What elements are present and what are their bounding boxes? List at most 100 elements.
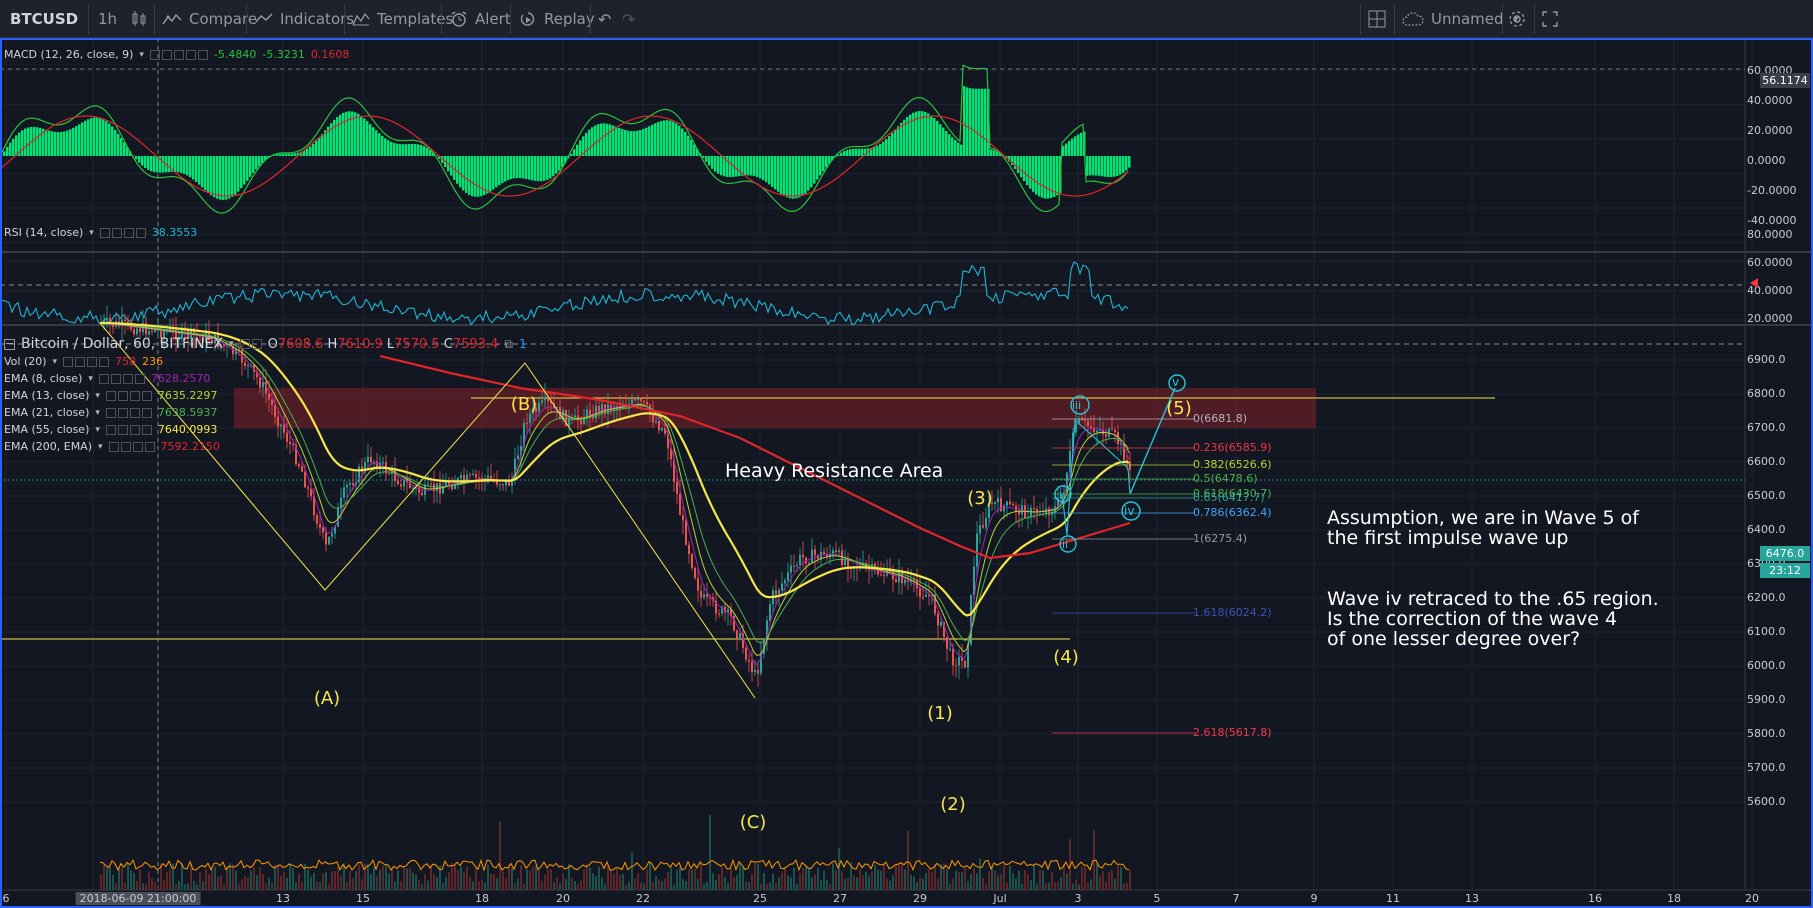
indicator-legend-row[interactable]: EMA (55, close) ▾ 7640.0993 <box>4 423 217 436</box>
macd-axis-tick: 0.0000 <box>1747 154 1786 167</box>
close-label: C <box>443 336 453 352</box>
time-axis-tick: 7 <box>1232 892 1240 905</box>
time-axis-tick: 29 <box>913 892 927 905</box>
last-price-tag: 6476.0 <box>1760 546 1810 561</box>
layout-name-label: Unnamed <box>1431 10 1504 28</box>
legend-controls[interactable] <box>98 373 145 384</box>
macd-title: MACD (12, 26, close, 9) <box>4 48 134 61</box>
templates-icon <box>352 12 370 26</box>
legend-controls[interactable] <box>63 356 110 367</box>
wave-4-label: (4) <box>1053 647 1079 668</box>
macd-axis-tick: 20.0000 <box>1747 124 1793 137</box>
indicators-icon <box>255 13 273 23</box>
rsi-value: 38.3553 <box>151 226 198 239</box>
wave-2-label: (2) <box>940 794 966 815</box>
interval-label: 1h <box>98 10 118 28</box>
indicators-button[interactable]: Indicators <box>255 0 354 38</box>
fib-level-label: 0.5(6478.6) <box>1193 472 1258 485</box>
ohlc-values: O7608.6 H7610.9 L7570.5 C7593.4 <box>268 337 499 352</box>
indicator-legend-row[interactable]: EMA (8, close) ▾ 7628.2570 <box>4 372 210 385</box>
alert-count-icon[interactable]: ⧉ <box>504 337 513 352</box>
legend-controls[interactable] <box>149 49 208 60</box>
indicator-name: EMA (8, close) <box>4 372 83 385</box>
time-axis-tick: 13 <box>276 892 290 905</box>
replay-label: Replay <box>544 10 595 28</box>
symbol-search-button[interactable]: BTCUSD <box>10 0 78 38</box>
compare-button[interactable]: Compare <box>162 0 257 38</box>
toolbar-divider <box>88 4 89 34</box>
toolbar-divider <box>1394 4 1395 34</box>
legend-controls[interactable] <box>108 441 155 452</box>
indicator-legend-row[interactable]: EMA (13, close) ▾ 7635.2297 <box>4 389 217 402</box>
wave-5-label: (5) <box>1166 398 1192 419</box>
close-value: 7593.4 <box>452 336 499 352</box>
rsi-legend[interactable]: RSI (14, close) ▾ 38.3553 <box>4 226 197 239</box>
rsi-line <box>0 261 1129 326</box>
indicators-label: Indicators <box>280 10 355 28</box>
legend-controls[interactable] <box>105 407 152 418</box>
rsi-axis-tick: 20.0000 <box>1747 312 1793 325</box>
indicator-legend-row[interactable]: EMA (21, close) ▾ 7638.5937 <box>4 406 217 419</box>
indicator-value-2: 236 <box>142 355 164 368</box>
annotation-assumption: Assumption, we are in Wave 5 of the firs… <box>1327 508 1639 548</box>
macd-hist-value: 0.1608 <box>310 48 350 61</box>
chevron-down-icon: ▾ <box>229 339 234 349</box>
indicator-legend-row[interactable]: Vol (20) ▾ 758 236 <box>4 355 163 368</box>
time-axis-tick: 9 <box>1310 892 1318 905</box>
macd-legend[interactable]: MACD (12, 26, close, 9) ▾ -5.4840 -5.323… <box>4 48 349 61</box>
time-axis-tick: 18 <box>1667 892 1681 905</box>
annotation-line: Wave iv retraced to the .65 region. <box>1327 588 1659 610</box>
fullscreen-button[interactable] <box>1542 0 1565 38</box>
undo-icon: ↶ <box>598 9 612 29</box>
redo-icon: ↷ <box>622 9 636 29</box>
main-title: Bitcoin / Dollar, 60, BITFINEX <box>21 336 224 352</box>
price-axis-tick: 6200.0 <box>1747 591 1786 604</box>
interval-button[interactable]: 1h <box>98 0 117 38</box>
macd-value: -5.4840 <box>213 48 257 61</box>
rsi-axis-tick: 60.0000 <box>1747 256 1793 269</box>
main-series-legend[interactable]: − Bitcoin / Dollar, 60, BITFINEX ▾ O7608… <box>4 336 527 352</box>
fib-level-label: 0(6681.8) <box>1193 412 1248 425</box>
fullscreen-icon <box>1542 11 1558 27</box>
subwave-iv-label: iv <box>1124 504 1135 518</box>
time-axis-tick: Jul <box>993 892 1007 905</box>
layout-grid-button[interactable] <box>1368 0 1393 38</box>
indicator-value: 758 <box>115 355 137 368</box>
wave-a-label: (A) <box>313 688 341 709</box>
price-axis-tick: 5600.0 <box>1747 795 1786 808</box>
fib-level-label: 0.382(6526.6) <box>1193 458 1272 471</box>
replay-button[interactable]: Replay <box>519 0 595 38</box>
macd-axis-tick: -40.0000 <box>1747 214 1797 227</box>
chevron-down-icon: ▾ <box>95 407 100 418</box>
collapse-icon[interactable]: − <box>4 338 15 350</box>
chart-style-button[interactable] <box>131 0 154 38</box>
alarm-clock-icon <box>451 11 467 27</box>
price-axis-tick: 6800.0 <box>1747 387 1786 400</box>
annotation-line: the first impulse wave up <box>1327 527 1569 549</box>
wave-1-label: (1) <box>927 703 953 724</box>
legend-controls[interactable] <box>105 390 152 401</box>
legend-controls[interactable] <box>99 227 146 238</box>
indicator-legend-row[interactable]: EMA (200, EMA) ▾ 7592.2150 <box>4 440 220 453</box>
templates-button[interactable]: Templates <box>352 0 453 38</box>
price-axis-tick: 5700.0 <box>1747 761 1786 774</box>
redo-button[interactable]: ↷ <box>622 0 635 38</box>
indicator-value: 7638.5937 <box>157 406 218 419</box>
indicator-name: EMA (55, close) <box>4 423 90 436</box>
indicator-value: 7640.0993 <box>157 423 218 436</box>
toolbar-divider <box>1502 4 1503 34</box>
fib-level-label: 1(6275.4) <box>1193 532 1248 545</box>
fib-level-label: 0.786(6362.4) <box>1193 506 1272 519</box>
indicator-value: 7592.2150 <box>160 440 221 453</box>
resistance-zone <box>234 388 1316 428</box>
undo-button[interactable]: ↶ <box>598 0 611 38</box>
legend-controls[interactable] <box>105 424 152 435</box>
alert-button[interactable]: Alert <box>450 0 511 38</box>
grid-layout-icon <box>1368 10 1386 28</box>
toolbar-divider <box>590 4 591 34</box>
legend-controls[interactable] <box>239 339 262 349</box>
chevron-down-icon: ▾ <box>95 390 100 401</box>
wave-b-label: (B) <box>510 394 538 415</box>
replay-icon <box>520 12 535 26</box>
settings-button[interactable] <box>1508 0 1533 38</box>
